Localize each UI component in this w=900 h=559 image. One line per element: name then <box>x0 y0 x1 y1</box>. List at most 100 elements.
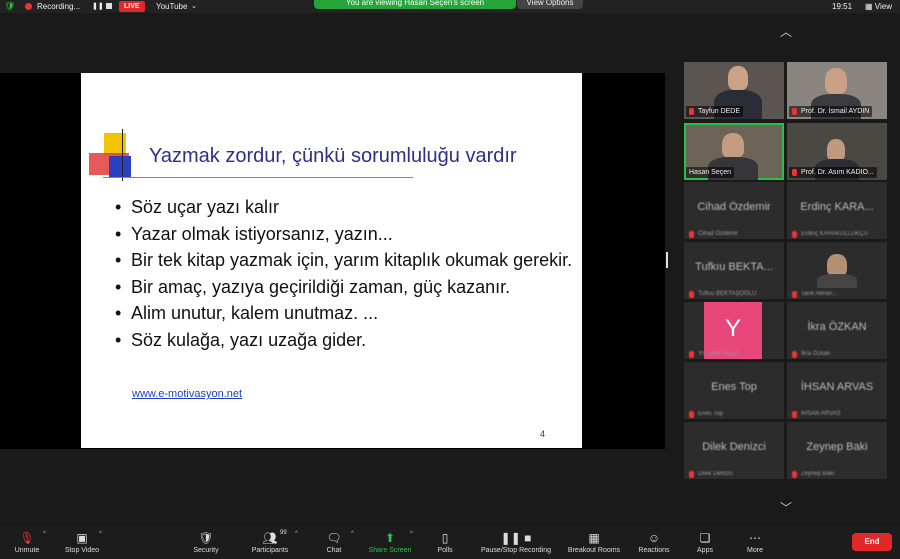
chevron-up-icon[interactable]: ︿ <box>776 23 796 40</box>
clock: 19:51 <box>832 2 853 11</box>
participant-name: Hasan Seçen <box>686 167 735 178</box>
participant-tile[interactable]: Tufkıu BEKTA... Tufkıu BEKTAŞOĞLU <box>684 242 784 299</box>
chat-label: Chat <box>326 547 342 554</box>
recording-label: Recording... <box>37 2 81 11</box>
participant-tile[interactable]: Tarık Akhan... <box>787 242 887 299</box>
participant-avatar <box>827 254 847 276</box>
chevron-up-icon[interactable]: ^ <box>43 531 46 537</box>
recording-icon <box>25 3 32 10</box>
unmute-label: Unmute <box>14 547 40 554</box>
participants-count: 99 <box>280 530 287 536</box>
people-icon: 👥︎ <box>262 531 278 545</box>
chevron-up-icon[interactable]: ^ <box>295 531 298 537</box>
polls-label: Polls <box>437 547 453 554</box>
live-badge[interactable]: LIVE <box>119 1 145 12</box>
participant-video <box>827 139 845 161</box>
chevron-down-icon[interactable]: ⌄ <box>191 0 197 13</box>
chevron-up-icon[interactable]: ^ <box>410 531 413 537</box>
slide-page-number: 4 <box>540 429 546 439</box>
participants-button[interactable]: 👥︎ Participants <box>244 527 296 559</box>
participant-video <box>825 68 847 94</box>
view-label: View <box>874 2 892 11</box>
participant-tile[interactable]: Dilek Denizci Dilek Denizci <box>684 422 784 479</box>
participant-name: Prof. Dr. İsmail AYDIN <box>789 106 873 117</box>
pause-stop-recording-button[interactable]: ❚❚ ■ Pause/Stop Recording <box>474 527 558 559</box>
participant-display-name: İkra ÖZKAN <box>807 321 867 333</box>
more-label: More <box>747 547 763 554</box>
stop-icon[interactable] <box>106 3 112 9</box>
stream-target[interactable]: YouTube <box>156 0 187 13</box>
more-button[interactable]: ⋯ More <box>740 527 770 559</box>
participant-display-name: İHSAN ARVAS <box>800 381 874 393</box>
more-dots-icon: ⋯ <box>749 531 761 545</box>
shield-icon[interactable]: 🛡︎ <box>4 0 15 13</box>
participant-name: Tarık Akhan... <box>789 291 837 298</box>
participant-display-name: Cihad Özdemir <box>697 201 771 213</box>
slide-decoration <box>122 129 123 181</box>
participant-display-name: Enes Top <box>711 381 757 393</box>
security-button[interactable]: 🛡︎ Security <box>186 527 226 559</box>
slide-bullet: Bir amaç, yazıya geçirildiği zaman, güç … <box>115 274 575 301</box>
participant-tile[interactable]: Prof. Dr. İsmail AYDIN <box>787 62 887 119</box>
chevron-up-icon[interactable]: ^ <box>99 531 102 537</box>
participant-tile[interactable]: Zeynep Baki Zeynep Baki <box>787 422 887 479</box>
participant-tile[interactable]: Y Yt. Tarık Akyüz <box>684 302 784 359</box>
participant-name: İHSAN ARVAS <box>789 411 840 418</box>
apps-button[interactable]: ❏ Apps <box>690 527 720 559</box>
recording-label: Pause/Stop Recording <box>480 547 552 554</box>
participant-name: Tayfun DEDE <box>686 106 744 117</box>
security-label: Security <box>193 547 219 554</box>
stop-video-label: Stop Video <box>64 547 100 554</box>
slide-link[interactable]: www.e-motivasyon.net <box>132 388 242 400</box>
polls-button[interactable]: ▯ Polls <box>430 527 460 559</box>
participant-name: İkra Özkan <box>789 351 830 358</box>
participant-display-name: Erdinç KARA... <box>800 201 874 213</box>
smiley-icon: ☺ <box>647 531 661 545</box>
chevron-down-icon[interactable]: ﹀ <box>776 499 796 516</box>
reactions-button[interactable]: ☺ Reactions <box>633 527 675 559</box>
panel-resize-handle[interactable] <box>666 252 668 268</box>
chat-icon: 🗨︎ <box>326 531 342 545</box>
slide-bullet: Söz kulağa, yazı uzağa gider. <box>115 327 575 354</box>
pause-icon[interactable]: ❚❚ <box>92 0 104 13</box>
view-options-button[interactable]: View Options <box>517 0 583 9</box>
participant-tile[interactable]: Hasan Seçen <box>684 123 784 180</box>
share-screen-icon: ⬆ <box>384 531 396 545</box>
participant-tile[interactable]: Erdinç KARA... Erdinç KARAKULLUKÇU <box>787 182 887 239</box>
participant-tile[interactable]: İHSAN ARVAS İHSAN ARVAS <box>787 362 887 419</box>
participant-video <box>722 133 744 158</box>
slide-decoration <box>109 156 131 178</box>
slide-bullet: Söz uçar yazı kalır <box>115 194 575 221</box>
participant-name: Erdinç KARAKULLUKÇU <box>789 231 868 238</box>
participant-tile[interactable]: Cihad Özdemir Cihad Özdemir <box>684 182 784 239</box>
end-meeting-button[interactable]: End <box>852 533 892 551</box>
slide-bullet: Bir tek kitap yazmak için, yarım kitaplı… <box>115 247 575 274</box>
participant-display-name: Tufkıu BEKTA... <box>695 261 773 273</box>
breakout-rooms-button[interactable]: ▦ Breakout Rooms <box>563 527 625 559</box>
apps-icon: ❏ <box>699 531 711 545</box>
chevron-up-icon[interactable]: ^ <box>351 531 354 537</box>
participant-name: Yt. Tarık Akyüz <box>686 351 738 358</box>
participant-display-name: Zeynep Baki <box>806 441 868 453</box>
breakout-rooms-label: Breakout Rooms <box>567 547 621 554</box>
microphone-muted-icon: 🎙︎ <box>19 531 35 545</box>
presentation-slide: Yazmak zordur, çünkü sorumluluğu vardır … <box>81 73 582 448</box>
share-screen-button[interactable]: ⬆ Share Screen <box>364 527 416 559</box>
participant-video <box>728 66 748 90</box>
chat-button[interactable]: 🗨︎ Chat <box>320 527 348 559</box>
grid-icon: ▦ <box>588 531 600 545</box>
participant-tile[interactable]: Enes Top Enes Top <box>684 362 784 419</box>
participant-tile[interactable]: Tayfun DEDE <box>684 62 784 119</box>
participant-avatar <box>817 274 857 288</box>
view-button[interactable]: ▦ View <box>865 0 892 13</box>
unmute-button[interactable]: 🎙︎ Unmute <box>6 527 48 559</box>
participant-tile[interactable]: İkra ÖZKAN İkra Özkan <box>787 302 887 359</box>
share-screen-label: Share Screen <box>368 547 412 554</box>
participant-name: Tufkıu BEKTAŞOĞLU <box>686 291 756 298</box>
status-bar: 🛡︎ Recording... ❚❚ LIVE YouTube ⌄ You ar… <box>0 0 900 13</box>
participant-name: Cihad Özdemir <box>686 231 738 238</box>
slide-title-underline <box>103 177 413 178</box>
participant-name: Enes Top <box>686 411 723 418</box>
bar-chart-icon: ▯ <box>441 531 449 545</box>
participant-tile[interactable]: Prof. Dr. Asım KADIO... <box>787 123 887 180</box>
